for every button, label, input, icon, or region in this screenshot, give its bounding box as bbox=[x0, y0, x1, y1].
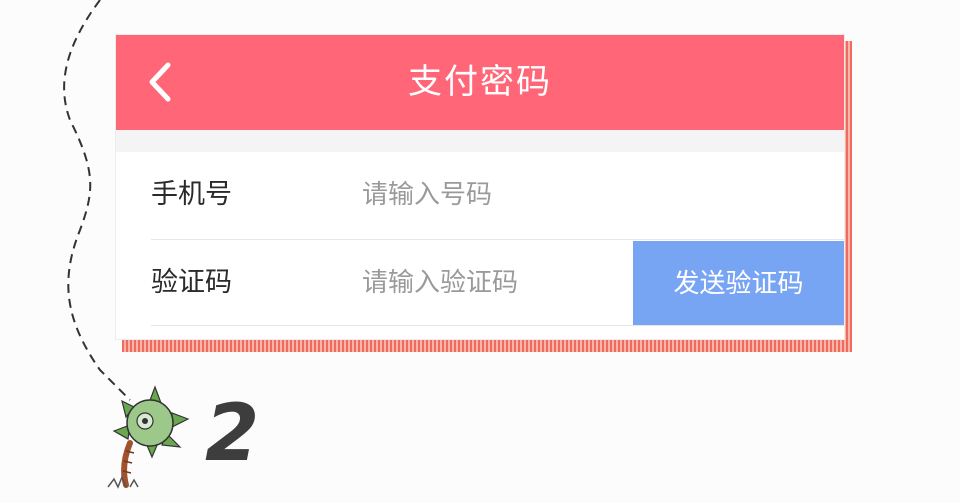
chevron-left-icon bbox=[149, 62, 171, 102]
spiky-flower-mascot-icon bbox=[107, 385, 190, 489]
back-button[interactable] bbox=[136, 55, 186, 110]
send-verification-code-button[interactable]: 发送验证码 bbox=[633, 241, 844, 326]
phone-row: 手机号 bbox=[116, 152, 844, 238]
stage: 支付密码 手机号 验证码 发送验证码 bbox=[0, 0, 960, 503]
phone-input[interactable] bbox=[362, 170, 622, 220]
header-bar: 支付密码 bbox=[116, 35, 844, 130]
payment-password-card: 支付密码 手机号 验证码 发送验证码 bbox=[116, 35, 844, 339]
verification-code-label: 验证码 bbox=[151, 267, 232, 298]
row-divider bbox=[151, 325, 844, 326]
header-gap bbox=[116, 130, 844, 152]
verification-code-input[interactable] bbox=[362, 258, 622, 308]
page-title: 支付密码 bbox=[408, 62, 552, 102]
phone-label: 手机号 bbox=[151, 179, 232, 210]
step-number: 2 bbox=[205, 389, 260, 479]
